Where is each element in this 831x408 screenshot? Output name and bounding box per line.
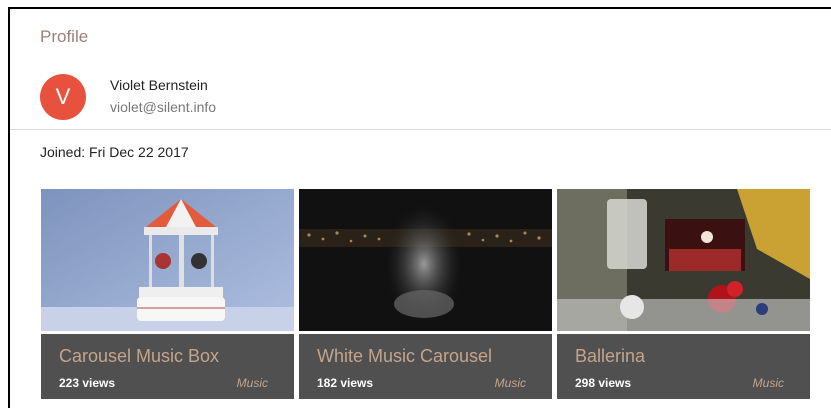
video-card-white-music-carousel[interactable]: White Music Carousel 182 views Music	[299, 189, 552, 399]
video-category: Music	[752, 376, 784, 390]
page-title: Profile	[40, 27, 89, 46]
video-category: Music	[494, 376, 526, 390]
joined-date: Joined: Fri Dec 22 2017	[40, 144, 189, 160]
video-info: Carousel Music Box 223 views Music	[41, 334, 294, 399]
video-category: Music	[236, 376, 268, 390]
video-views: 298 views	[575, 376, 632, 390]
video-thumbnail[interactable]	[299, 189, 552, 331]
video-info: White Music Carousel 182 views Music	[299, 334, 552, 399]
user-email: violet@silent.info	[110, 99, 217, 115]
video-views: 223 views	[59, 376, 116, 390]
video-thumbnail[interactable]	[41, 189, 294, 331]
video-thumbnail[interactable]	[557, 189, 810, 331]
user-name: Violet Bernstein	[110, 77, 208, 93]
video-title[interactable]: Carousel Music Box	[59, 346, 219, 367]
video-title[interactable]: Ballerina	[575, 346, 645, 367]
profile-panel: Profile V Violet Bernstein violet@silent…	[8, 7, 831, 408]
video-card-carousel-music-box[interactable]: Carousel Music Box 223 views Music	[41, 189, 294, 399]
video-info: Ballerina 298 views Music	[557, 334, 810, 399]
video-title[interactable]: White Music Carousel	[317, 346, 492, 367]
video-views: 182 views	[317, 376, 374, 390]
avatar: V	[40, 74, 86, 120]
divider	[10, 129, 831, 130]
video-card-ballerina[interactable]: Ballerina 298 views Music	[557, 189, 810, 399]
